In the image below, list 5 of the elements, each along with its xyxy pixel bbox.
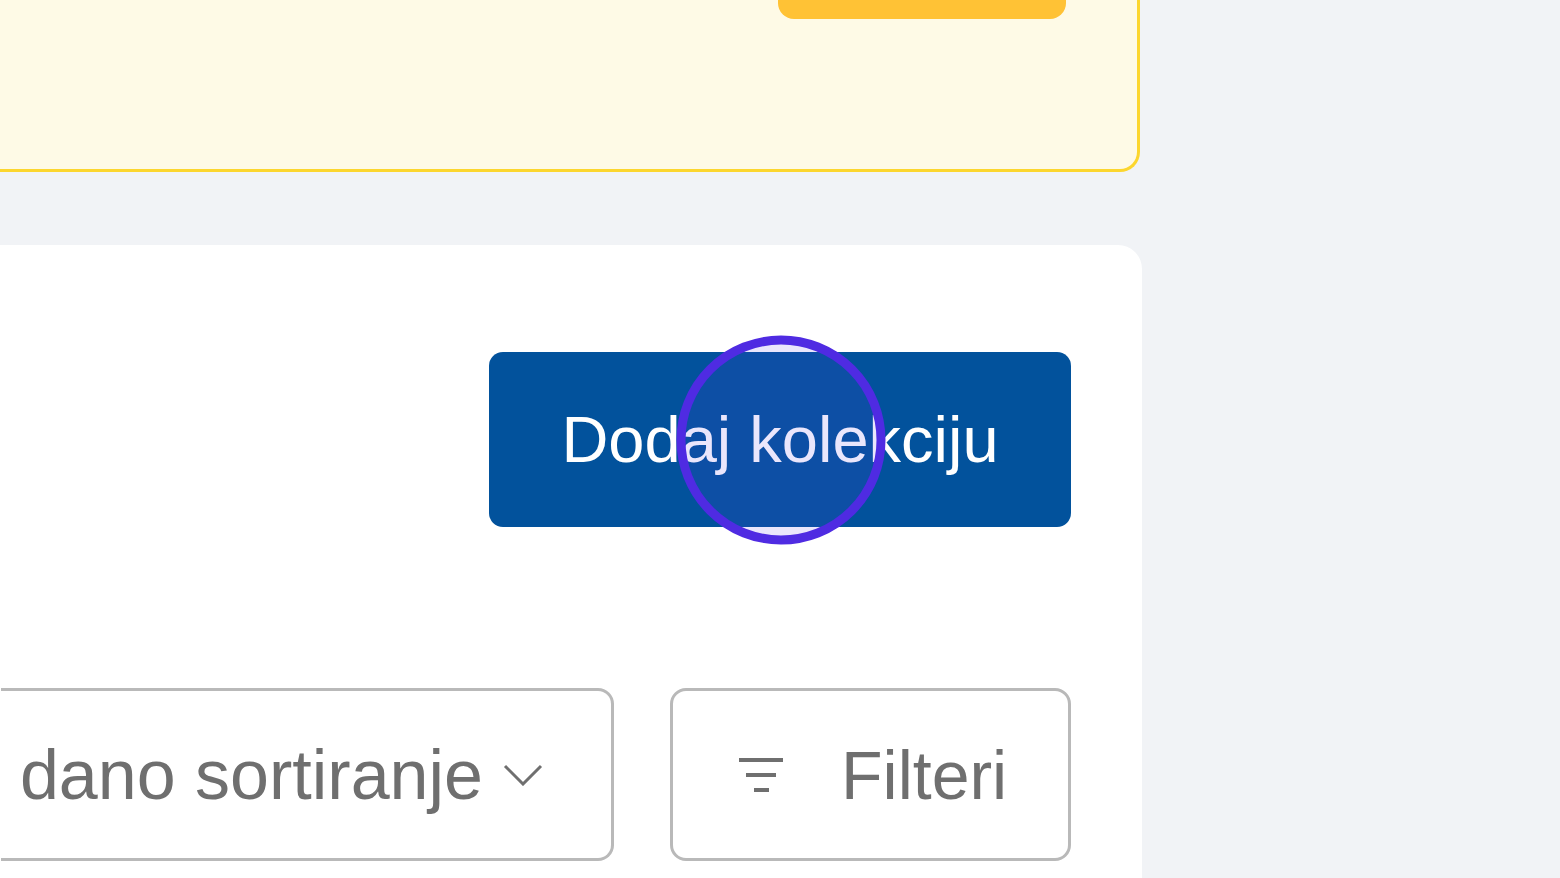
filter-icon [739,757,783,792]
sort-dropdown[interactable]: dano sortiranje [1,688,614,861]
filter-button[interactable]: Filteri [670,688,1071,861]
caret-icon [503,763,543,786]
banner-button[interactable] [778,0,1066,19]
